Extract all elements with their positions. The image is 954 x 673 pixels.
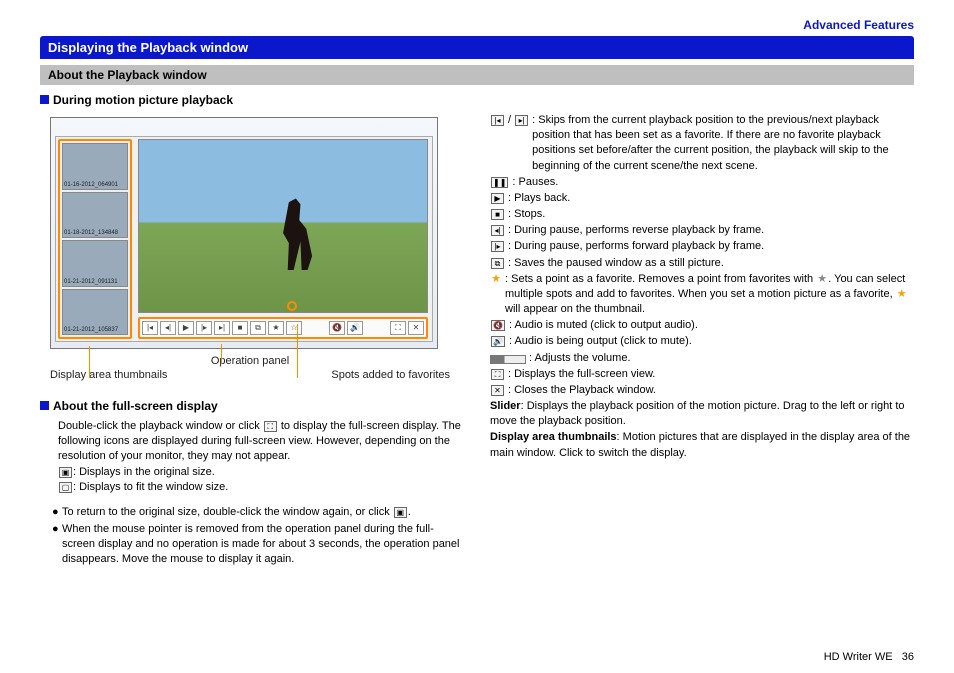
bullet-square-icon [40, 95, 49, 104]
product-name: HD Writer WE [824, 651, 893, 663]
playback-window-screenshot: 01-16-2012_064901 01-18-2012_134848 01-2… [50, 117, 438, 349]
favorite-spot-marker [287, 301, 297, 311]
operation-panel: |◂ ◂| ▶ |▸ ▸| ■ ⧉ ★ ☆ 🔇 🔊 ⛶ [138, 317, 428, 339]
pause-icon: ❚❚ [491, 177, 508, 188]
section-link[interactable]: Advanced Features [40, 18, 914, 32]
caption-display-thumbnails: Display area thumbnails [50, 369, 167, 381]
volume-button[interactable]: 🔊 [347, 321, 363, 335]
display-area-thumbnails: 01-16-2012_064901 01-18-2012_134848 01-2… [58, 139, 132, 339]
screenshot-captions: Operation panel Display area thumbnails … [50, 355, 450, 381]
play-button[interactable]: ▶ [178, 321, 194, 335]
caption-favorites: Spots added to favorites [331, 369, 450, 381]
close-window-icon: ✕ [491, 385, 504, 396]
stop-button[interactable]: ■ [232, 321, 248, 335]
display-thumbs-label: Display area thumbnails [490, 431, 617, 443]
caption-operation-panel: Operation panel [190, 355, 310, 367]
fullscreen-icon: ⛶ [264, 421, 277, 432]
favorite-remove-icon: ★ [816, 274, 828, 285]
audio-on-icon: 🔊 [491, 336, 505, 347]
heading-fullscreen: About the full-screen display [40, 399, 464, 413]
favorite-add-button[interactable]: ★ [268, 321, 284, 335]
fullscreen-button[interactable]: ⛶ [390, 321, 406, 335]
fullscreen-notes: ●To return to the original size, double-… [52, 505, 464, 566]
play-icon: ▶ [491, 193, 504, 204]
subsection-title: About the Playback window [40, 65, 914, 85]
rev-frame-icon: ◂| [491, 225, 504, 236]
heading-motion-playback: During motion picture playback [40, 93, 914, 107]
exit-fullscreen-icon: ▣ [394, 507, 407, 518]
audio-muted-icon: 🔇 [491, 320, 505, 331]
stop-icon: ■ [491, 209, 504, 220]
original-size-icon: ▣ [59, 467, 72, 478]
fwd-frame-button[interactable]: |▸ [196, 321, 212, 335]
list-item[interactable]: 01-16-2012_064901 [62, 143, 128, 190]
favorite-add-icon: ★ [490, 274, 502, 285]
save-still-icon: ⧉ [491, 258, 504, 269]
skip-prev-button[interactable]: |◂ [142, 321, 158, 335]
page-footer: HD Writer WE 36 [824, 651, 914, 663]
volume-slider-icon [490, 355, 526, 364]
page-title: Displaying the Playback window [40, 36, 914, 59]
right-column: |◂ / ▸|: Skips from the current playback… [490, 113, 914, 569]
fullscreen-description: Double-click the playback window or clic… [58, 419, 464, 495]
list-item[interactable]: 01-21-2012_105837 [62, 289, 128, 336]
left-column: 01-16-2012_064901 01-18-2012_134848 01-2… [40, 113, 464, 569]
rev-frame-button[interactable]: ◂| [160, 321, 176, 335]
list-item[interactable]: 01-21-2012_091131 [62, 240, 128, 287]
save-still-button[interactable]: ⧉ [250, 321, 266, 335]
manual-page: Advanced Features Displaying the Playbac… [0, 0, 954, 673]
skip-prev-icon: |◂ [491, 115, 504, 126]
favorite-remove-button[interactable]: ☆ [286, 321, 302, 335]
fwd-frame-icon: |▸ [491, 241, 504, 252]
page-number: 36 [902, 651, 914, 663]
list-item[interactable]: 01-18-2012_134848 [62, 192, 128, 239]
mute-button[interactable]: 🔇 [329, 321, 345, 335]
fit-window-icon: ▢ [59, 482, 72, 493]
preview-area[interactable] [138, 139, 428, 313]
close-button[interactable]: ✕ [408, 321, 424, 335]
skip-next-icon: ▸| [515, 115, 528, 126]
bullet-square-icon [40, 401, 49, 410]
skip-next-button[interactable]: ▸| [214, 321, 230, 335]
fullscreen-view-icon: ⛶ [491, 369, 504, 380]
slider-label: Slider [490, 400, 521, 412]
favorite-badge-icon: ★ [896, 289, 908, 300]
